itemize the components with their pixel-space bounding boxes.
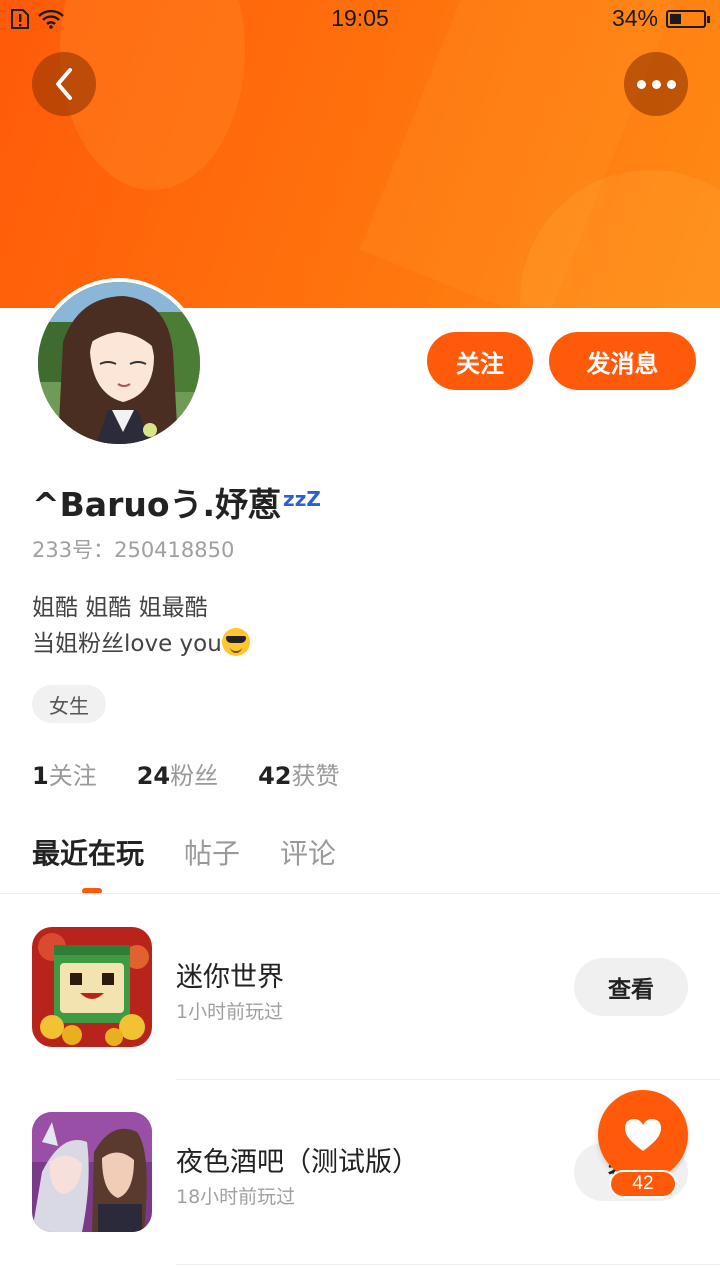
game-played-time: 1小时前玩过 — [176, 1001, 284, 1023]
bio-line-text: 当姐粉丝love you — [32, 631, 222, 657]
follow-button[interactable]: 关注 — [427, 332, 533, 390]
sleep-zzz-icon: zzZ — [283, 487, 321, 511]
more-button[interactable] — [624, 52, 688, 116]
battery-percent: 34% — [611, 5, 658, 31]
profile-stats: 1关注 24粉丝 42获赞 — [32, 756, 340, 791]
bio-line: 姐酷 姐酷 姐最酷 — [32, 595, 208, 621]
game-icon — [32, 1112, 152, 1232]
battery-icon — [666, 10, 710, 28]
bio: 姐酷 姐酷 姐最酷 当姐粉丝love you — [32, 590, 250, 662]
stat-value: 1 — [32, 762, 49, 790]
tab-bar: 最近在玩 帖子 评论 — [32, 832, 336, 872]
stat-label: 获赞 — [291, 762, 340, 790]
avatar-image — [38, 282, 200, 444]
profile-banner — [0, 0, 720, 308]
like-button[interactable] — [598, 1090, 688, 1180]
send-message-button[interactable]: 发消息 — [549, 332, 696, 390]
more-dots-icon — [636, 79, 676, 89]
bio-line: 当姐粉丝love you — [32, 626, 250, 662]
heart-icon — [625, 1119, 661, 1151]
stat-followers[interactable]: 24粉丝 — [137, 756, 218, 791]
user-id: 233号：250418850 — [32, 534, 234, 564]
gender-tag: 女生 — [32, 685, 106, 723]
game-played-time: 18小时前玩过 — [176, 1186, 296, 1208]
tab-recently-played[interactable]: 最近在玩 — [32, 832, 144, 872]
view-button[interactable]: 查看 — [574, 958, 688, 1016]
stat-value: 42 — [258, 762, 292, 790]
stat-following[interactable]: 1关注 — [32, 756, 97, 791]
list-item[interactable]: 迷你世界 1小时前玩过 查看 — [0, 895, 720, 1080]
stat-likes[interactable]: 42获赞 — [258, 756, 339, 791]
game-name: 夜色酒吧（测试版） — [176, 1147, 419, 1178]
avatar[interactable] — [34, 278, 204, 448]
stat-label: 粉丝 — [170, 762, 219, 790]
uid-label: 233号： — [32, 538, 115, 562]
back-button[interactable] — [32, 52, 96, 116]
username: ^Baruoう.妤蒽 zzZ — [32, 478, 321, 526]
status-bar: 19:05 34% — [0, 0, 720, 40]
stat-value: 24 — [136, 762, 171, 790]
stat-label: 关注 — [48, 762, 97, 790]
username-text: ^Baruoう.妤蒽 — [32, 485, 282, 524]
tab-comments[interactable]: 评论 — [280, 832, 336, 872]
divider — [0, 893, 720, 894]
uid-value: 250418850 — [114, 538, 235, 562]
game-icon — [32, 927, 152, 1047]
tab-posts[interactable]: 帖子 — [184, 832, 240, 872]
like-count-badge: 42 — [609, 1170, 677, 1198]
chevron-left-icon — [56, 68, 72, 100]
divider — [176, 1264, 720, 1265]
sunglasses-emoji-icon — [221, 628, 250, 656]
game-name: 迷你世界 — [176, 962, 284, 993]
